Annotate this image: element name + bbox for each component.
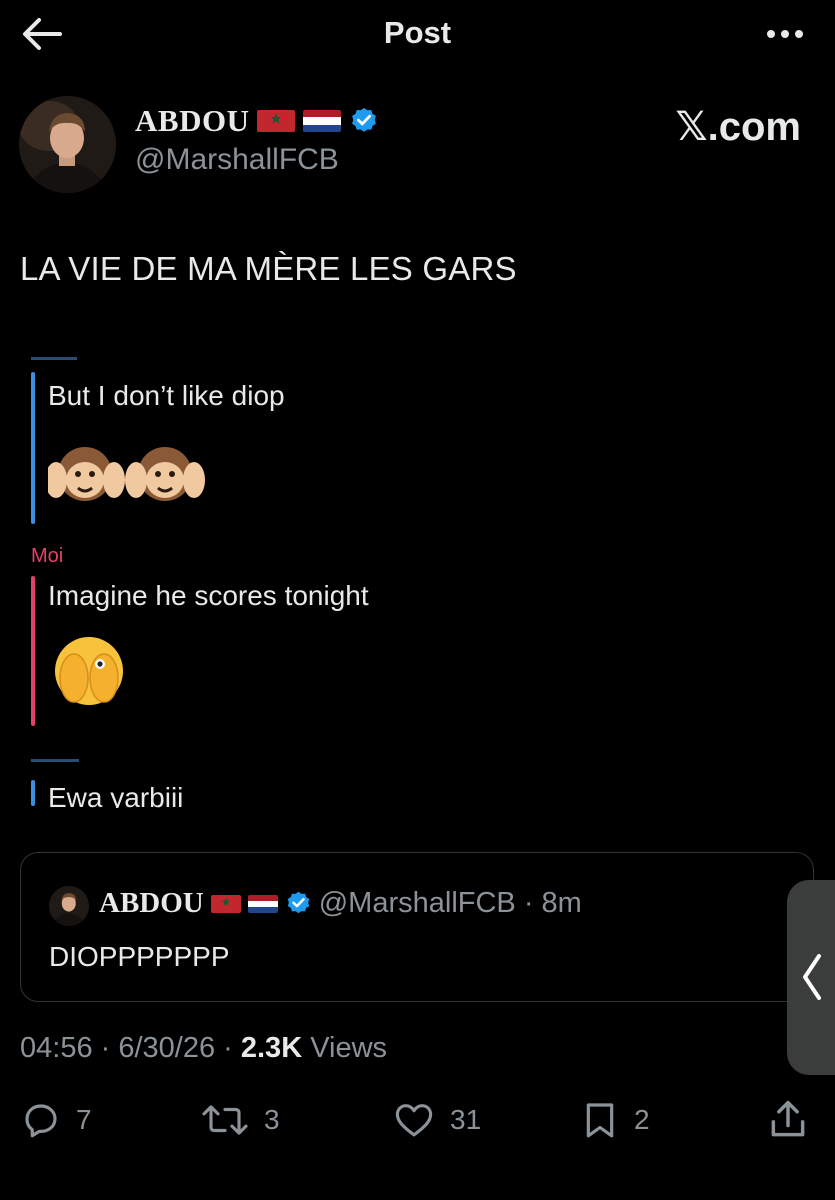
quote-bar-blue bbox=[31, 372, 35, 524]
chat-message-text: But I don’t like diop bbox=[48, 380, 285, 411]
post-meta: 04:56 · 6/30/26 · 2.3K Views bbox=[20, 1032, 387, 1065]
share-button[interactable] bbox=[766, 1095, 810, 1145]
netherlands-flag-icon bbox=[303, 110, 342, 132]
bookmark-button[interactable]: 2 bbox=[580, 1095, 650, 1145]
morocco-flag-icon bbox=[257, 110, 296, 132]
like-count: 31 bbox=[450, 1104, 482, 1135]
more-options-button[interactable] bbox=[763, 22, 807, 46]
side-drawer-tab[interactable] bbox=[787, 880, 835, 1075]
bookmark-count: 2 bbox=[634, 1104, 650, 1135]
post-page: Post ABDOU @MarshallFCB 𝕏.com LA VIE DE … bbox=[0, 0, 835, 1200]
views-count[interactable]: 2.3K bbox=[241, 1032, 302, 1064]
morocco-flag-icon bbox=[210, 894, 241, 913]
repost-count: 3 bbox=[264, 1104, 280, 1135]
reply-count: 7 bbox=[76, 1104, 92, 1135]
page-title: Post bbox=[383, 15, 452, 50]
share-icon bbox=[771, 1100, 805, 1137]
chat-message-text: Imagine he scores tonight bbox=[48, 580, 369, 611]
chat-message-text: Ewa yarbiii bbox=[48, 782, 184, 808]
post-timestamp: 04:56 · 6/30/26 · bbox=[20, 1032, 241, 1064]
heart-icon bbox=[395, 1104, 433, 1137]
reply-icon bbox=[25, 1104, 57, 1138]
like-button[interactable]: 31 bbox=[392, 1095, 481, 1145]
quote-bar-blue bbox=[31, 780, 35, 806]
views-label: Views bbox=[302, 1032, 388, 1064]
quoted-author-avatar bbox=[49, 886, 89, 926]
repost-icon bbox=[202, 1105, 248, 1135]
hear-no-evil-monkey-icon bbox=[45, 438, 208, 515]
verified-badge-icon bbox=[287, 891, 309, 914]
bookmark-icon bbox=[586, 1103, 614, 1138]
author-display-name[interactable]: ABDOU bbox=[135, 103, 249, 139]
top-bar: Post bbox=[0, 0, 835, 70]
chevron-left-icon bbox=[803, 954, 821, 1000]
chat-sender-blurred bbox=[31, 748, 81, 762]
netherlands-flag-icon bbox=[247, 894, 278, 913]
chat-sender-blurred bbox=[31, 346, 81, 360]
x-com-watermark: 𝕏.com bbox=[675, 105, 801, 149]
chat-sender-name: Moi bbox=[31, 545, 64, 567]
avatar-image bbox=[19, 96, 116, 193]
reply-button[interactable]: 7 bbox=[20, 1095, 92, 1145]
author-name-row: ABDOU bbox=[135, 103, 379, 139]
quoted-author-row: ABDOU @MarshallFCB · 8m bbox=[99, 887, 582, 920]
more-horizontal-icon bbox=[767, 30, 803, 38]
quoted-handle-time: @MarshallFCB · 8m bbox=[318, 887, 582, 919]
verified-badge-icon bbox=[352, 107, 377, 132]
quoted-post-text: DIOPPPPPPP bbox=[49, 941, 230, 972]
action-bar: 7 3 31 2 bbox=[0, 1095, 835, 1145]
face-with-peeking-eye-icon bbox=[52, 634, 126, 713]
author-handle[interactable]: @MarshallFCB bbox=[135, 143, 339, 177]
author-avatar[interactable] bbox=[19, 96, 116, 193]
quote-bar-red bbox=[31, 576, 35, 726]
quoted-post-card[interactable]: ABDOU @MarshallFCB · 8m DIOPPPPPPP bbox=[20, 852, 814, 1002]
quoted-author-name: ABDOU bbox=[99, 887, 204, 919]
tweet-text: LA VIE DE MA MÈRE LES GARS bbox=[20, 250, 517, 287]
repost-button[interactable]: 3 bbox=[200, 1095, 280, 1145]
